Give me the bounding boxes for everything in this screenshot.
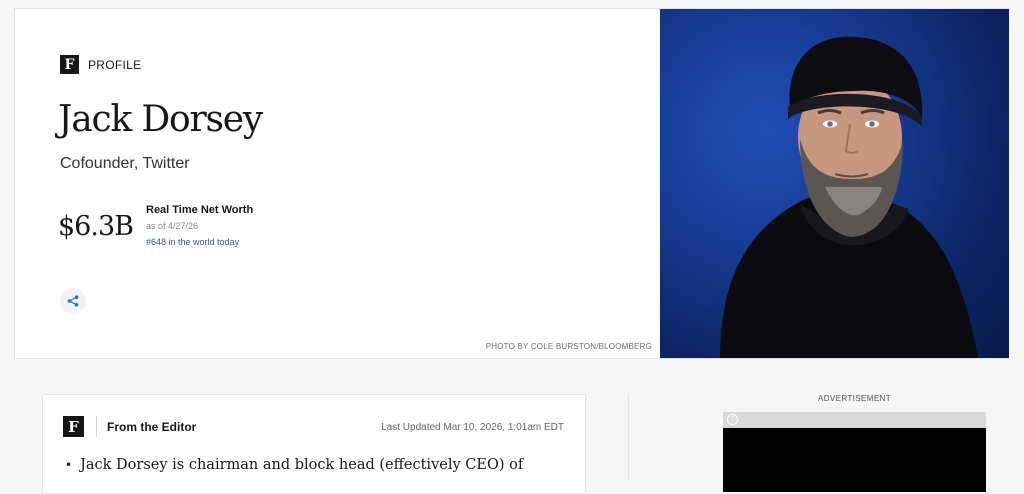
editor-header: F From the Editor	[63, 416, 196, 437]
net-worth-label: Real Time Net Worth	[146, 204, 254, 216]
editor-title: From the Editor	[107, 419, 197, 434]
person-name: Jack Dorsey	[58, 99, 263, 140]
person-title: Cofounder, Twitter	[60, 155, 190, 172]
header-divider	[96, 416, 97, 437]
net-worth-details: Real Time Net Worth as of 4/27/26 #648 i…	[146, 204, 253, 247]
editor-card: F From the Editor Last Updated Mar 10, 2…	[42, 394, 586, 494]
profile-card: F PROFILE Jack Dorsey Cofounder, Twitter…	[14, 8, 1009, 359]
ad-topbar: ?	[723, 412, 986, 428]
photo-credit: PHOTO BY COLE BURSTON/BLOOMBERG	[485, 342, 652, 351]
share-icon	[67, 295, 79, 307]
bullet-icon: •	[65, 458, 73, 472]
bullet-text: Jack Dorsey is chairman and block head (…	[80, 457, 524, 473]
portrait-illustration	[720, 36, 978, 358]
forbes-logo-icon: F	[60, 55, 79, 74]
world-rank-link[interactable]: #648 in the world today	[146, 237, 253, 247]
list-item: • Jack Dorsey is chairman and block head…	[65, 457, 565, 473]
advertisement-label: ADVERTISEMENT	[817, 394, 892, 403]
profile-badge-label: PROFILE	[88, 57, 142, 72]
profile-photo	[660, 9, 1009, 358]
forbes-logo-icon: F	[63, 416, 84, 437]
column-divider	[628, 394, 629, 480]
net-worth-date: as of 4/27/26	[146, 221, 199, 231]
last-updated: Last Updated Mar 10, 2026, 1:01am EDT	[381, 422, 564, 433]
ad-info-icon[interactable]: ?	[727, 414, 738, 425]
net-worth-value: $6.3B	[58, 211, 134, 242]
profile-info: F PROFILE Jack Dorsey Cofounder, Twitter…	[15, 9, 660, 358]
advertisement-frame[interactable]: ?	[723, 412, 986, 492]
share-button[interactable]	[60, 288, 86, 314]
profile-badge: F PROFILE	[60, 55, 141, 74]
